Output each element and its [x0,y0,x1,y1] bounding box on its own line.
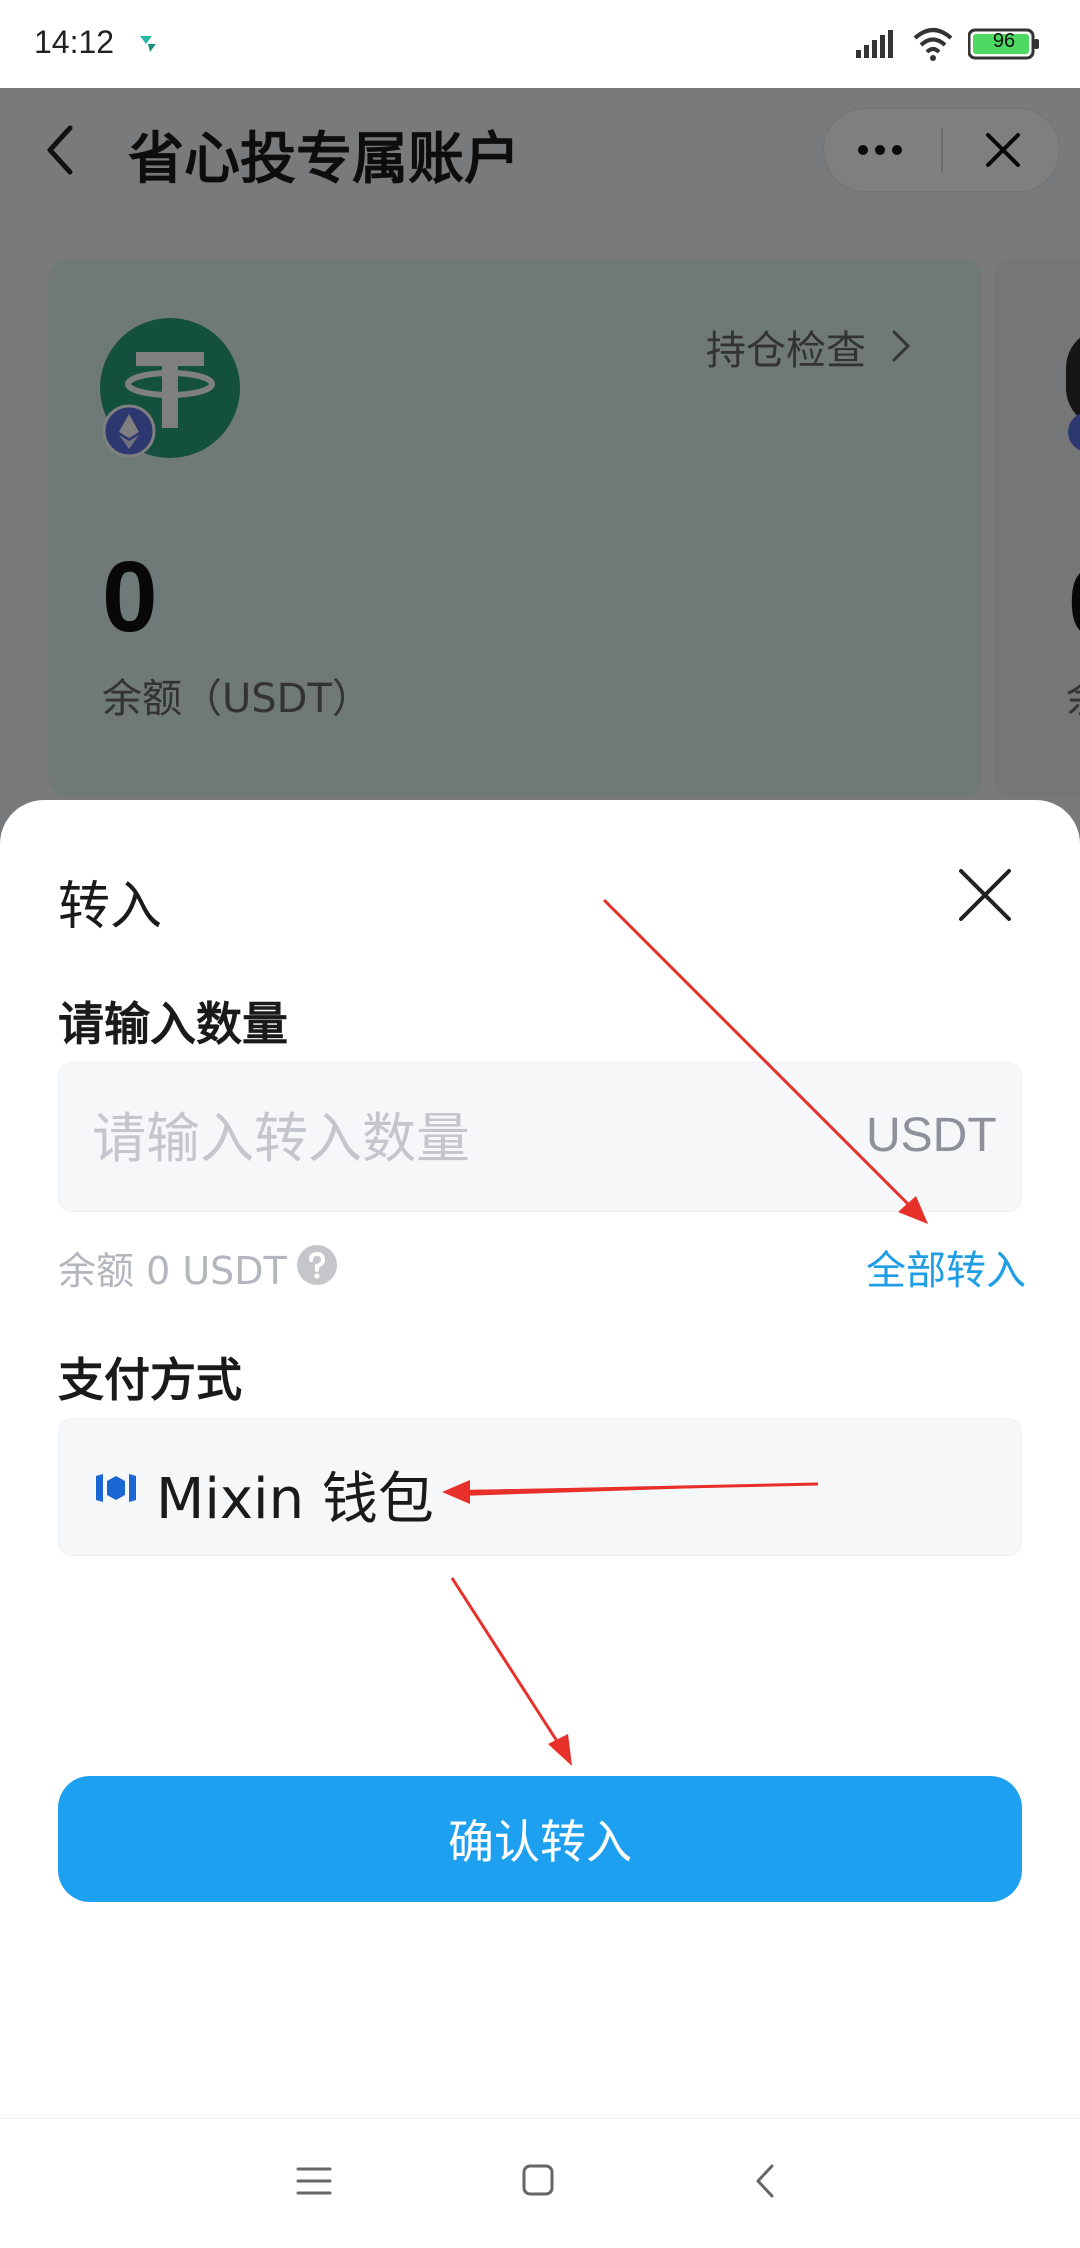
wifi-icon [913,28,953,61]
amount-input[interactable] [92,1102,832,1174]
signal-icon [856,30,893,58]
status-time: 14:12 [34,24,115,60]
app-notification-icon [140,36,156,52]
nav-back-icon[interactable] [752,2162,778,2200]
status-bar: 14:12 96 [0,0,1080,88]
amount-unit: USDT [866,1109,997,1162]
payment-method-label: 支付方式 [58,1353,242,1407]
payment-method-name: Mixin 钱包 [156,1467,434,1532]
confirm-transfer-button[interactable]: 确认转入 [58,1776,1022,1902]
menu-icon[interactable] [296,2166,332,2196]
help-question-icon[interactable] [296,1244,338,1286]
transfer-all-link[interactable]: 全部转入 [866,1238,1026,1296]
close-icon[interactable] [958,868,1012,922]
home-square-icon[interactable] [522,2164,554,2196]
battery-level: 96 [992,30,1016,52]
sheet-title: 转入 [58,877,163,937]
available-balance-hint: 余额 0 USDT [58,1249,287,1293]
amount-label: 请输入数量 [58,997,288,1051]
mixin-logo-icon [96,1474,136,1502]
